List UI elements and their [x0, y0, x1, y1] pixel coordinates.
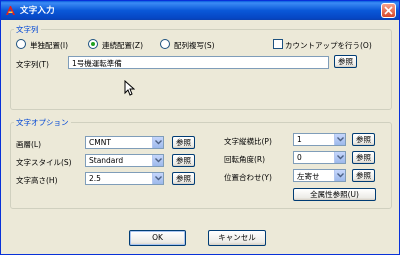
all-attributes-reference-button[interactable]: 全属性参照(U) — [293, 188, 376, 201]
countup-checkbox[interactable] — [273, 39, 283, 49]
chevron-down-icon — [155, 158, 162, 163]
text-height-select[interactable]: 2.5 — [85, 172, 164, 185]
app-icon — [6, 6, 15, 15]
rotation-angle-select[interactable]: 0 — [293, 151, 346, 164]
text-style-label: 文字スタイル(S) — [16, 158, 72, 167]
aspect-ratio-select[interactable]: 1 — [293, 133, 346, 146]
radio-array-copy[interactable] — [160, 39, 170, 49]
text-height-dropdown-arrow[interactable] — [152, 173, 163, 184]
radio-continuous-placement[interactable] — [88, 39, 98, 49]
string-reference-button[interactable]: 参照 — [334, 55, 357, 68]
aspect-ratio-select-value: 1 — [297, 135, 302, 144]
layer-label: 画層(L) — [16, 140, 42, 149]
text-options-group-title: 文字オプション — [14, 117, 71, 128]
chevron-down-icon — [155, 176, 162, 181]
string-label: 文字列(T) — [16, 60, 49, 69]
aspect-ratio-label: 文字縦横比(P) — [224, 137, 272, 146]
text-style-dropdown-arrow[interactable] — [152, 155, 163, 166]
layer-dropdown-arrow[interactable] — [152, 137, 163, 148]
chevron-down-icon — [337, 155, 344, 160]
rotation-angle-dropdown-arrow[interactable] — [334, 152, 345, 163]
rotation-angle-reference-button[interactable]: 参照 — [352, 151, 375, 164]
text-height-label: 文字高さ(H) — [16, 176, 58, 185]
mouse-cursor-icon — [124, 80, 135, 96]
string-input[interactable]: 1号機運転準備 — [68, 56, 329, 69]
layer-select-value: CMNT — [89, 138, 111, 147]
radio-array-copy-label: 配列複写(S) — [174, 41, 215, 50]
title-bar[interactable]: 文字入力 — [1, 1, 399, 20]
ok-button[interactable]: OK — [129, 230, 186, 246]
radio-single-placement[interactable] — [16, 39, 26, 49]
chevron-down-icon — [337, 137, 344, 142]
aspect-ratio-reference-button[interactable]: 参照 — [352, 133, 375, 146]
alignment-dropdown-arrow[interactable] — [334, 170, 345, 181]
radio-single-placement-label: 単独配置(I) — [30, 41, 69, 50]
alignment-label: 位置合わせ(Y) — [224, 173, 272, 182]
text-height-select-value: 2.5 — [89, 174, 101, 183]
alignment-select[interactable]: 左寄せ — [293, 169, 346, 182]
text-style-reference-button[interactable]: 参照 — [172, 154, 195, 167]
text-style-select-value: Standard — [89, 156, 124, 165]
text-style-select[interactable]: Standard — [85, 154, 164, 167]
cancel-button[interactable]: キャンセル — [208, 230, 266, 246]
layer-select[interactable]: CMNT — [85, 136, 164, 149]
rotation-angle-label: 回転角度(R) — [224, 155, 266, 164]
alignment-select-value: 左寄せ — [297, 172, 320, 181]
window-title: 文字入力 — [20, 6, 55, 16]
close-button[interactable] — [381, 3, 396, 18]
layer-reference-button[interactable]: 参照 — [172, 136, 195, 149]
chevron-down-icon — [337, 173, 344, 178]
rotation-angle-select-value: 0 — [297, 153, 302, 162]
chevron-down-icon — [155, 140, 162, 145]
radio-continuous-placement-label: 連続配置(Z) — [102, 41, 143, 50]
alignment-reference-button[interactable]: 参照 — [352, 169, 375, 182]
close-icon — [384, 6, 393, 15]
text-input-dialog: 文字入力 文字列 単独配置(I) 連続配置(Z) 配列複写(S) カウントアップ… — [0, 0, 400, 255]
countup-checkbox-label: カウントアップを行う(O) — [285, 41, 372, 50]
aspect-ratio-dropdown-arrow[interactable] — [334, 134, 345, 145]
text-string-group-title: 文字列 — [14, 24, 41, 35]
text-height-reference-button[interactable]: 参照 — [172, 172, 195, 185]
